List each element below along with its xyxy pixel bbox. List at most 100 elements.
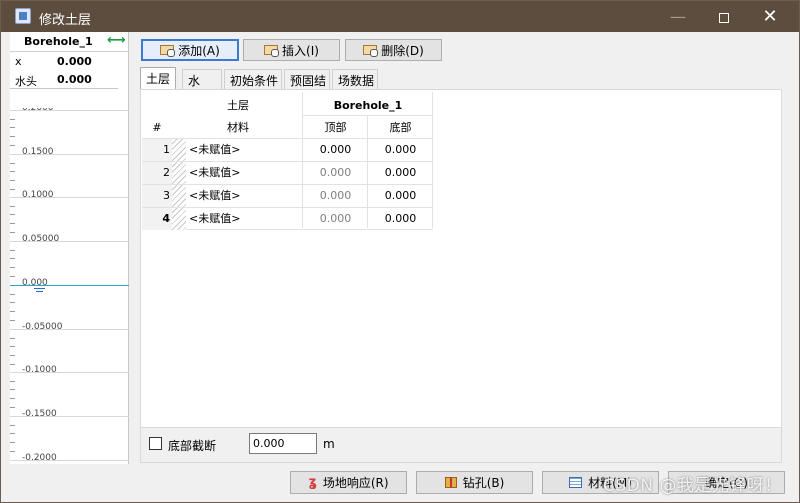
header-bottom: 底部	[389, 121, 412, 134]
ruler-minor-tick	[10, 119, 15, 120]
ruler-tick: 0.1500	[10, 147, 129, 157]
site-response-label: 场地响应(R)	[322, 476, 389, 490]
close-button[interactable]: ✕	[747, 1, 793, 32]
ruler-minor-tick	[10, 214, 15, 215]
bottom-cutoff-field[interactable]: 0.000	[249, 433, 317, 454]
ruler-tick-label: -0.1500	[22, 409, 57, 419]
tab-initial-conditions[interactable]: 初始条件	[224, 69, 282, 89]
soil-hatch	[172, 139, 186, 161]
bottom-cutoff-checkbox[interactable]	[149, 437, 162, 450]
material-cell[interactable]: <未赋值>	[189, 162, 240, 184]
ruler-minor-tick	[10, 311, 15, 312]
add-icon	[160, 45, 176, 57]
site-response-button[interactable]: ʓ 场地响应(R)	[290, 471, 407, 494]
ruler-minor-tick	[10, 407, 15, 408]
ruler-tick-label: 0.1000	[22, 190, 54, 200]
ruler-tick: -0.05000	[10, 322, 129, 332]
grid-line	[303, 115, 433, 116]
add-button[interactable]: 添加(A)	[141, 39, 239, 61]
borehole-button[interactable]: 钻孔(B)	[416, 471, 533, 494]
bottom-cutoff-unit: m	[323, 437, 335, 451]
row-number[interactable]: 2	[142, 162, 172, 184]
borehole-preview-panel: Borehole_1 ⟷ x 0.000 水头 0.000 0.2000 0.15…	[10, 32, 129, 464]
top-cell[interactable]: 0.000	[303, 139, 368, 161]
borehole-name: Borehole_1	[24, 35, 93, 48]
soil-hatch	[172, 162, 186, 184]
row-number[interactable]: 1	[142, 139, 172, 161]
bottom-cutoff-strip	[140, 428, 782, 463]
bottom-cutoff-label: 底部截断	[168, 439, 217, 453]
app-icon	[15, 8, 31, 24]
x-value: 0.000	[57, 55, 92, 68]
ruler-tick: -0.1500	[10, 409, 129, 419]
bottom-cell[interactable]: 0.000	[368, 139, 433, 161]
insert-button[interactable]: 插入(I)	[243, 39, 340, 61]
ruler-minor-tick	[10, 294, 15, 295]
ruler-tick: 0.2000	[10, 108, 129, 113]
bottom-cell[interactable]: 0.000	[368, 162, 433, 184]
window-title: 修改土层	[39, 13, 92, 28]
ruler-minor-tick	[10, 433, 15, 434]
head-label: 水头	[15, 75, 37, 88]
ruler-minor-tick	[10, 189, 15, 190]
tab-preconsolidation[interactable]: 预固结	[284, 69, 330, 89]
soil-hatch	[172, 185, 186, 207]
ruler-minor-tick	[10, 338, 15, 339]
top-cell: 0.000	[319, 189, 352, 202]
header-material: 材料	[227, 121, 249, 134]
ruler-minor-tick	[10, 425, 15, 426]
tab-water[interactable]: 水	[182, 69, 222, 89]
ruler-minor-tick	[10, 267, 15, 268]
header-soil: 土层	[227, 99, 249, 112]
tab-field-data[interactable]: 场数据	[332, 69, 378, 89]
material-cell[interactable]: <未赋值>	[189, 208, 240, 230]
maximize-button[interactable]	[701, 1, 747, 32]
ruler-tick-label: 0.2000	[22, 108, 54, 113]
bottom-cell[interactable]: 0.000	[368, 185, 433, 207]
material-cell[interactable]: <未赋值>	[189, 139, 240, 161]
delete-button[interactable]: 删除(D)	[345, 39, 442, 61]
ruler-minor-tick	[10, 145, 15, 146]
ruler-tick-label: -0.05000	[22, 322, 63, 332]
ruler-minor-tick	[10, 364, 15, 365]
ruler-minor-tick	[10, 389, 15, 390]
minimize-button[interactable]: —	[655, 1, 701, 32]
borehole-button-label: 钻孔(B)	[462, 476, 505, 490]
ruler-minor-tick	[10, 171, 15, 172]
material-cell[interactable]: <未赋值>	[189, 185, 240, 207]
ruler-minor-tick	[10, 346, 15, 347]
ruler-tick-label: -0.1000	[22, 365, 57, 375]
ruler-minor-tick	[10, 381, 15, 382]
x-label: x	[15, 55, 22, 68]
swap-arrows-icon[interactable]: ⟷	[107, 34, 126, 48]
bottom-cell[interactable]: 0.000	[368, 208, 433, 230]
header-top: 顶部	[324, 121, 347, 134]
maximize-icon	[719, 12, 729, 23]
panel-divider	[10, 88, 118, 89]
delete-icon	[363, 45, 379, 57]
insert-button-label: 插入(I)	[282, 43, 319, 58]
ruler-minor-tick	[10, 136, 15, 137]
add-button-label: 添加(A)	[178, 43, 220, 58]
head-value: 0.000	[57, 73, 92, 86]
top-cell: 0.000	[319, 166, 352, 179]
row-number[interactable]: 3	[142, 185, 172, 207]
ruler-minor-tick	[10, 223, 15, 224]
ruler-tick-label: 0.05000	[22, 234, 60, 244]
ruler-minor-tick	[10, 320, 15, 321]
tab-soil[interactable]: 土层	[140, 67, 176, 89]
ruler-minor-tick	[10, 442, 15, 443]
borehole-icon	[444, 477, 457, 488]
x-row: x 0.000	[10, 53, 129, 71]
ruler-minor-tick	[10, 355, 15, 356]
ruler-minor-tick	[10, 258, 15, 259]
insert-icon	[264, 45, 280, 57]
ruler-minor-tick	[10, 276, 15, 277]
ruler-tick-label: 0.000	[22, 278, 48, 288]
row-number[interactable]: 4	[142, 208, 172, 230]
ruler-minor-tick	[10, 302, 15, 303]
watermark: CSDN @我是光锋呀！	[603, 476, 782, 496]
ruler-minor-tick	[10, 250, 15, 251]
ruler-minor-tick	[10, 127, 15, 128]
ruler-minor-tick	[10, 398, 15, 399]
